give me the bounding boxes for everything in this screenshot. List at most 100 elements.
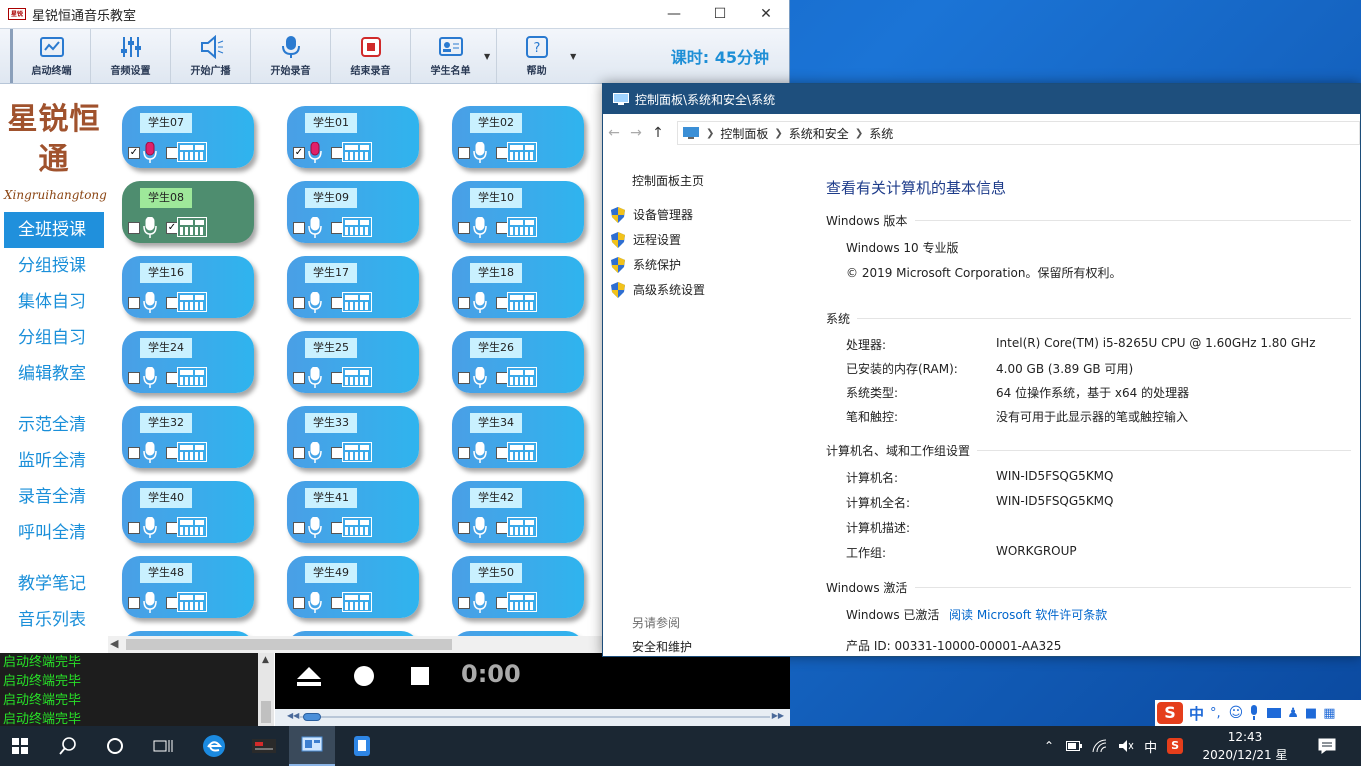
keyboard-icon[interactable] — [507, 292, 537, 312]
student-card[interactable]: 学生17 — [287, 256, 419, 318]
student-card[interactable]: 学生41 — [287, 481, 419, 543]
start-button[interactable] — [0, 726, 40, 766]
student-card[interactable]: 学生08 ✓ — [122, 181, 254, 243]
microphone-icon[interactable] — [143, 516, 157, 539]
student-card[interactable]: 学生18 — [452, 256, 584, 318]
control-panel-home-link[interactable]: 控制面板主页 — [632, 172, 704, 189]
scroll-up-icon[interactable]: ▲ — [262, 655, 269, 665]
mic-checkbox[interactable] — [128, 222, 140, 234]
mic-checkbox[interactable] — [128, 447, 140, 459]
microphone-icon[interactable] — [308, 516, 322, 539]
student-card[interactable]: 学生42 — [452, 481, 584, 543]
keyboard-icon[interactable] — [177, 442, 207, 462]
mic-checkbox[interactable] — [128, 372, 140, 384]
microphone-icon[interactable] — [308, 591, 322, 614]
mic-checkbox[interactable] — [293, 372, 305, 384]
student-card[interactable]: 学生48 — [122, 556, 254, 618]
terminal-toolbar-button[interactable]: 启动终端 — [10, 29, 90, 83]
scroll-left-icon[interactable]: ◀ — [110, 637, 118, 650]
student-card[interactable]: 学生50 — [452, 556, 584, 618]
help-toolbar-button[interactable]: ? 帮助 — [496, 29, 576, 83]
student-card[interactable]: 学生33 — [287, 406, 419, 468]
toolbox-icon[interactable]: ▦ — [1323, 706, 1335, 721]
keyboard-icon[interactable] — [507, 142, 537, 162]
rewind-icon[interactable]: ◀◀ — [287, 711, 299, 720]
dropdown-arrow-icon[interactable]: ▼ — [570, 52, 576, 61]
record-icon[interactable] — [353, 665, 375, 687]
keyboard-icon[interactable] — [1267, 707, 1282, 719]
microphone-icon[interactable] — [308, 441, 322, 464]
ime-mode[interactable]: 中 — [1189, 703, 1204, 724]
voice-icon[interactable] — [1249, 705, 1259, 721]
mic-checkbox[interactable] — [293, 222, 305, 234]
mic-checkbox[interactable] — [458, 147, 470, 159]
notification-button[interactable] — [1318, 726, 1336, 766]
breadcrumb-system-security[interactable]: 系统和安全 — [789, 125, 849, 142]
student-card[interactable]: 学生02 — [452, 106, 584, 168]
keyboard-icon[interactable] — [342, 367, 372, 387]
mic-checkbox[interactable]: ✓ — [128, 147, 140, 159]
back-icon[interactable]: ← — [603, 125, 625, 141]
keyboard-icon[interactable] — [177, 142, 207, 162]
student-card[interactable]: 学生10 — [452, 181, 584, 243]
microphone-icon[interactable] — [143, 591, 157, 614]
microphone-icon[interactable] — [473, 141, 487, 164]
student-card[interactable]: 学生40 — [122, 481, 254, 543]
eject-icon[interactable] — [295, 665, 323, 687]
microphone-icon[interactable] — [473, 591, 487, 614]
keyboard-icon[interactable] — [507, 442, 537, 462]
microphone-icon[interactable] — [308, 141, 322, 164]
microphone-icon[interactable] — [143, 291, 157, 314]
clock[interactable]: 12:43 2020/12/21 星期一 — [1198, 728, 1292, 766]
remote-settings-link[interactable]: 远程设置 — [611, 231, 681, 248]
mic-checkbox[interactable] — [293, 297, 305, 309]
input-language-indicator[interactable]: 中 — [1144, 737, 1157, 756]
log-scrollbar[interactable]: ▲ — [258, 653, 274, 726]
breadcrumb-control-panel[interactable]: 控制面板 — [720, 125, 768, 142]
volume-muted-icon[interactable] — [1118, 739, 1134, 753]
emoji-icon[interactable]: ☺ — [1229, 705, 1244, 721]
student-card[interactable]: 学生49 — [287, 556, 419, 618]
stop-record-toolbar-button[interactable]: 结束录音 — [330, 29, 410, 83]
student-card[interactable]: 学生16 — [122, 256, 254, 318]
nav-item[interactable]: 教学笔记 — [4, 566, 104, 602]
sogou-tray-icon[interactable]: S — [1167, 738, 1184, 754]
stop-icon[interactable] — [410, 666, 430, 686]
student-card[interactable]: 学生25 — [287, 331, 419, 393]
speaker-toolbar-button[interactable]: 开始广播 — [170, 29, 250, 83]
minimize-button[interactable]: — — [651, 6, 697, 22]
sliders-toolbar-button[interactable]: 音频设置 — [90, 29, 170, 83]
maximize-button[interactable]: ☐ — [697, 6, 743, 22]
breadcrumb-system[interactable]: 系统 — [869, 125, 893, 142]
microphone-toolbar-button[interactable]: 开始录音 — [250, 29, 330, 83]
student-card[interactable]: 学生07 ✓ — [122, 106, 254, 168]
nav-item[interactable]: 全班授课 — [4, 212, 104, 248]
student-card[interactable]: 学生01 ✓ — [287, 106, 419, 168]
forward-icon[interactable]: → — [625, 125, 647, 141]
microphone-icon[interactable] — [143, 216, 157, 239]
microphone-icon[interactable] — [143, 141, 157, 164]
network-icon[interactable] — [1092, 739, 1108, 753]
search-button[interactable] — [48, 726, 88, 766]
mic-checkbox[interactable] — [293, 597, 305, 609]
security-maintenance-link[interactable]: 安全和维护 — [632, 638, 692, 655]
mic-checkbox[interactable] — [458, 372, 470, 384]
student-card[interactable]: 学生34 — [452, 406, 584, 468]
nav-item[interactable]: 分组自习 — [4, 320, 104, 356]
microphone-icon[interactable] — [473, 516, 487, 539]
scroll-thumb[interactable] — [261, 701, 271, 723]
student-card[interactable]: 学生09 — [287, 181, 419, 243]
keyboard-icon[interactable] — [342, 442, 372, 462]
tray-expand-icon[interactable]: ⌃ — [1044, 739, 1054, 753]
mic-checkbox[interactable] — [458, 222, 470, 234]
nav-item[interactable]: 编辑教室 — [4, 356, 104, 392]
student-card[interactable]: 学生32 — [122, 406, 254, 468]
seek-thumb[interactable] — [303, 713, 321, 721]
nav-item[interactable]: 分组授课 — [4, 248, 104, 284]
student-card[interactable]: 学生26 — [452, 331, 584, 393]
skin-icon[interactable]: ♟ — [1287, 706, 1299, 721]
keyboard-icon[interactable] — [342, 592, 372, 612]
mic-checkbox[interactable] — [293, 522, 305, 534]
grid-horizontal-scrollbar[interactable]: ◀ — [108, 636, 602, 653]
tablet-app-taskbar-button[interactable] — [340, 726, 384, 766]
